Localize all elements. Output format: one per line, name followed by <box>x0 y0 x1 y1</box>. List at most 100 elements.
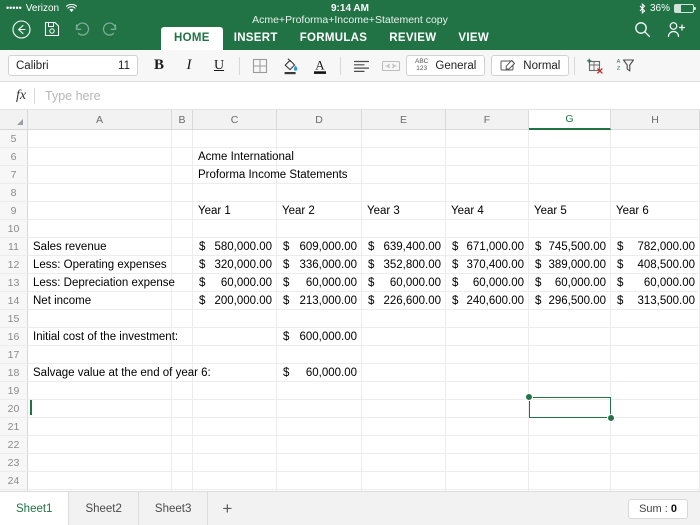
row-header-19[interactable]: 19 <box>0 382 28 400</box>
borders-icon[interactable] <box>245 53 275 79</box>
cell-G13[interactable]: $60,000.00 <box>529 274 611 292</box>
cell-C12[interactable]: $320,000.00 <box>193 256 277 274</box>
align-left-icon[interactable] <box>346 53 376 79</box>
row-header-5[interactable]: 5 <box>0 130 28 148</box>
cell-D18[interactable]: $60,000.00 <box>277 364 362 382</box>
cell-D11[interactable]: $609,000.00 <box>277 238 362 256</box>
column-header-C[interactable]: C <box>193 110 277 130</box>
column-header-G[interactable]: G <box>529 110 611 130</box>
row-header-6[interactable]: 6 <box>0 148 28 166</box>
cell-E14[interactable]: $226,600.00 <box>362 292 446 310</box>
row-header-21[interactable]: 21 <box>0 418 28 436</box>
row-header-12[interactable]: 12 <box>0 256 28 274</box>
font-name-label[interactable]: Calibri <box>9 60 118 72</box>
add-sheet-button[interactable]: + <box>208 492 246 525</box>
bold-button[interactable]: B <box>144 53 174 79</box>
tab-home[interactable]: HOME <box>161 27 223 50</box>
selection-handle-start[interactable] <box>525 393 533 401</box>
number-format-selector[interactable]: ABC 123 General <box>406 55 486 76</box>
row-header-15[interactable]: 15 <box>0 310 28 328</box>
cell-D13[interactable]: $60,000.00 <box>277 274 362 292</box>
formula-input[interactable]: Type here <box>45 89 101 103</box>
sheet-tab-sheet2[interactable]: Sheet2 <box>69 492 139 525</box>
currency-symbol: $ <box>452 295 459 307</box>
font-size-label[interactable]: 11 <box>118 60 137 72</box>
column-header-H[interactable]: H <box>611 110 700 130</box>
column-header-E[interactable]: E <box>362 110 446 130</box>
tab-formulas[interactable]: FORMULAS <box>289 27 379 50</box>
row-header-18[interactable]: 18 <box>0 364 28 382</box>
number-format-label[interactable]: General <box>435 60 476 72</box>
merge-cells-icon[interactable] <box>376 53 406 79</box>
tab-view[interactable]: VIEW <box>447 27 500 50</box>
column-header-A[interactable]: A <box>28 110 172 130</box>
cell-C13[interactable]: $60,000.00 <box>193 274 277 292</box>
column-header-D[interactable]: D <box>277 110 362 130</box>
cell-style-label[interactable]: Normal <box>523 60 560 72</box>
sheet-tab-sheet1[interactable]: Sheet1 <box>0 492 70 525</box>
row-header-22[interactable]: 22 <box>0 436 28 454</box>
row-header-13[interactable]: 13 <box>0 274 28 292</box>
toolbar-divider-2 <box>340 56 341 75</box>
function-icon[interactable]: fx <box>8 88 34 104</box>
cell-C6[interactable]: Acme International <box>193 148 397 166</box>
cell-D16[interactable]: $600,000.00 <box>277 328 362 346</box>
font-color-icon[interactable]: A <box>305 53 335 79</box>
selection-handle-end[interactable] <box>607 414 615 422</box>
row-header-7[interactable]: 7 <box>0 166 28 184</box>
selection-box[interactable] <box>529 397 611 418</box>
fill-color-icon[interactable] <box>275 53 305 79</box>
formula-bar[interactable]: fx Type here <box>0 82 700 110</box>
cell-F14[interactable]: $240,600.00 <box>446 292 529 310</box>
svg-text:A: A <box>617 59 621 65</box>
cell-H12[interactable]: $408,500.00 <box>611 256 700 274</box>
cell-E12[interactable]: $352,800.00 <box>362 256 446 274</box>
column-header-F[interactable]: F <box>446 110 529 130</box>
row-header-17[interactable]: 17 <box>0 346 28 364</box>
cell-C11[interactable]: $580,000.00 <box>193 238 277 256</box>
italic-button[interactable]: I <box>174 53 204 79</box>
cell-D14[interactable]: $213,000.00 <box>277 292 362 310</box>
cell-G12[interactable]: $389,000.00 <box>529 256 611 274</box>
tab-review[interactable]: REVIEW <box>378 27 447 50</box>
cell-F11[interactable]: $671,000.00 <box>446 238 529 256</box>
row-header-14[interactable]: 14 <box>0 292 28 310</box>
cell-A16[interactable]: Initial cost of the investment: <box>28 328 288 346</box>
cell-style-selector[interactable]: Normal <box>491 55 570 76</box>
cell-H11[interactable]: $782,000.00 <box>611 238 700 256</box>
spreadsheet-grid[interactable]: ABCDEFGH 5 6 7 8 9 10 11 12 13 14 15 16 17 18 19 20 21 22… <box>0 110 700 525</box>
cell-F12[interactable]: $370,400.00 <box>446 256 529 274</box>
row-header-10[interactable]: 10 <box>0 220 28 238</box>
cell-value: 60,000.00 <box>220 277 272 289</box>
cell-E11[interactable]: $639,400.00 <box>362 238 446 256</box>
row-header-11[interactable]: 11 <box>0 238 28 256</box>
cell-value: 639,400.00 <box>383 241 441 253</box>
row-header-23[interactable]: 23 <box>0 454 28 472</box>
row-header-8[interactable]: 8 <box>0 184 28 202</box>
cell-D12[interactable]: $336,000.00 <box>277 256 362 274</box>
cell-H14[interactable]: $313,500.00 <box>611 292 700 310</box>
row-header-24[interactable]: 24 <box>0 472 28 490</box>
sheet-tab-sheet3[interactable]: Sheet3 <box>139 492 209 525</box>
cell-G14[interactable]: $296,500.00 <box>529 292 611 310</box>
cell-E13[interactable]: $60,000.00 <box>362 274 446 292</box>
insert-delete-cells-icon[interactable] <box>580 53 610 79</box>
cell-F13[interactable]: $60,000.00 <box>446 274 529 292</box>
cell-C7[interactable]: Proforma Income Statements <box>193 166 397 184</box>
cell-value: 671,000.00 <box>466 241 524 253</box>
column-header-B[interactable]: B <box>172 110 193 130</box>
row-header-9[interactable]: 9 <box>0 202 28 220</box>
cell-C14[interactable]: $200,000.00 <box>193 292 277 310</box>
row-header-16[interactable]: 16 <box>0 328 28 346</box>
cell-A18[interactable]: Salvage value at the end of year 6: <box>28 364 288 382</box>
font-selector[interactable]: Calibri 11 <box>8 55 138 76</box>
cell-value: 240,600.00 <box>466 295 524 307</box>
row-header-20[interactable]: 20 <box>0 400 28 418</box>
cell-H9[interactable]: Year 6 <box>611 202 700 220</box>
cell-H13[interactable]: $60,000.00 <box>611 274 700 292</box>
tab-insert[interactable]: INSERT <box>223 27 289 50</box>
select-all-corner[interactable] <box>0 110 28 130</box>
cell-G11[interactable]: $745,500.00 <box>529 238 611 256</box>
underline-button[interactable]: U <box>204 53 234 79</box>
sort-filter-icon[interactable]: AZ <box>610 53 640 79</box>
